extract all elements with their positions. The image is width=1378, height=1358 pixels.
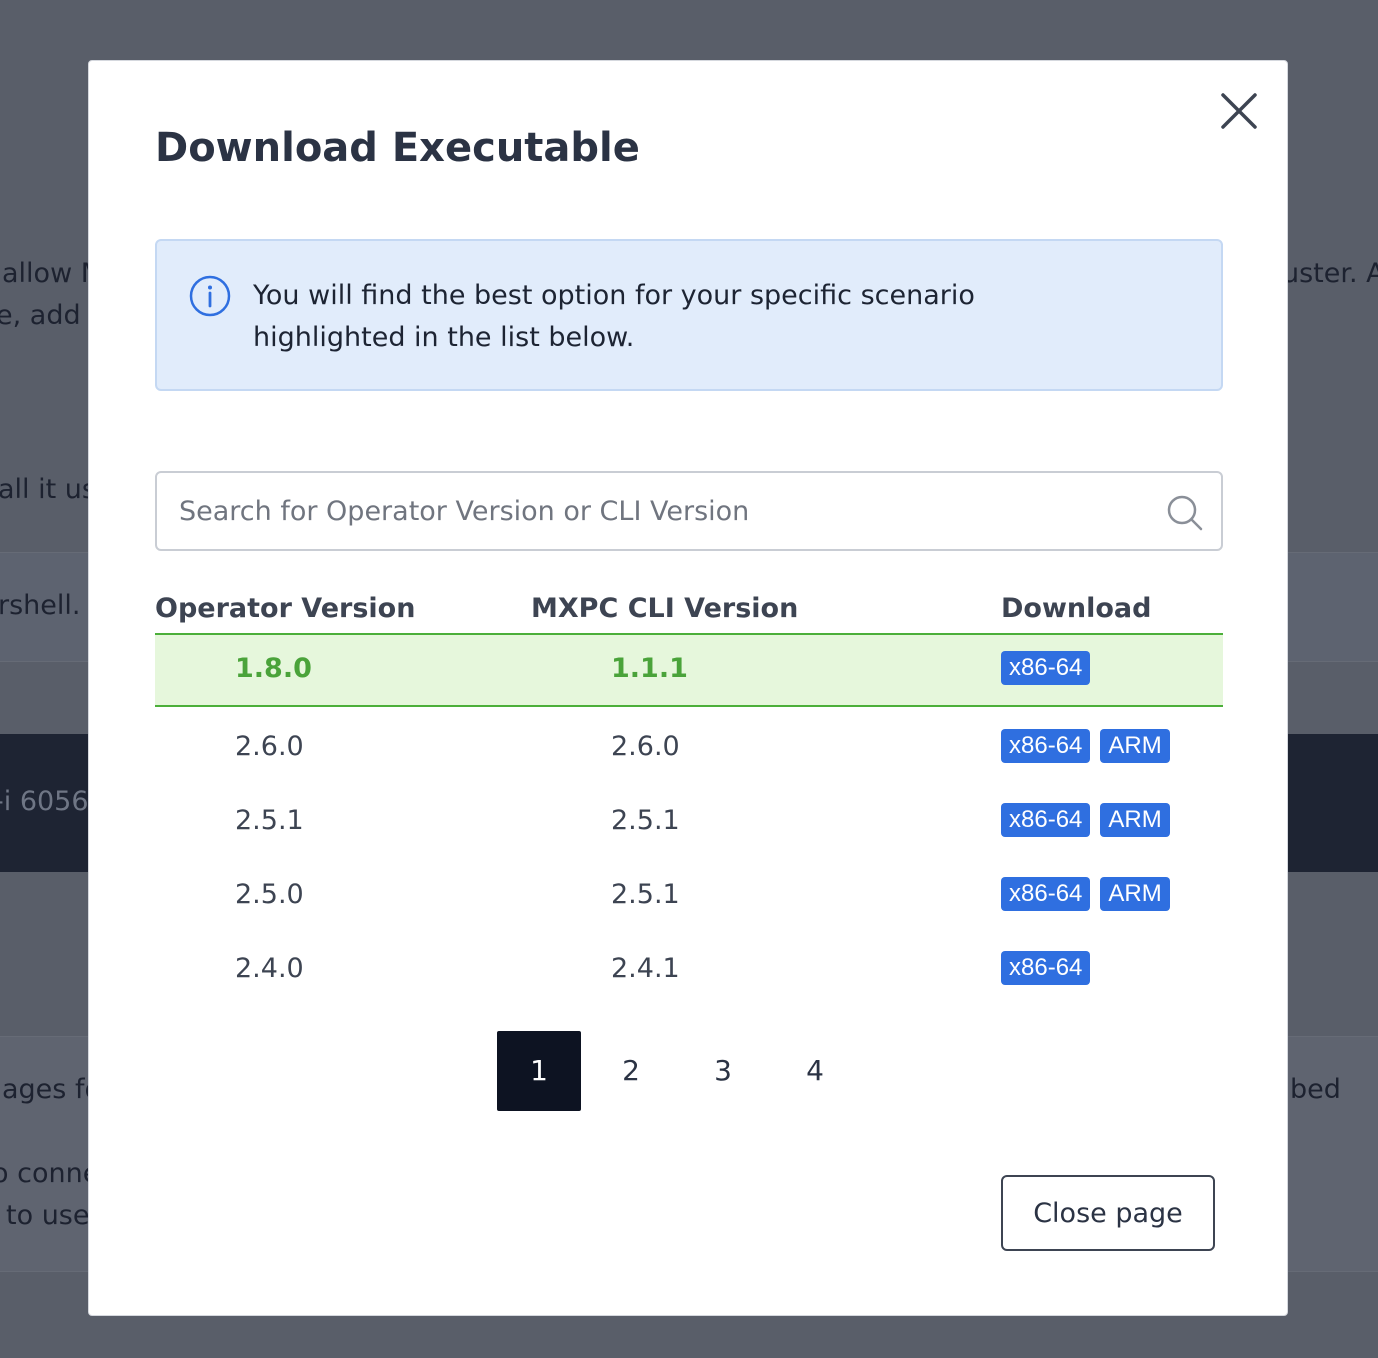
version-search[interactable] <box>155 471 1223 551</box>
background-text: all it us <box>0 474 96 505</box>
column-header-download: Download <box>1001 593 1152 624</box>
close-icon[interactable] <box>1219 91 1259 131</box>
background-text: to use <box>6 1200 90 1231</box>
download-arm-button[interactable]: ARM <box>1100 877 1170 911</box>
download-x86-64-button[interactable]: x86-64 <box>1001 803 1091 837</box>
download-x86-64-button[interactable]: x86-64 <box>1001 729 1091 763</box>
download-arm-button[interactable]: ARM <box>1100 729 1170 763</box>
background-text: e, add r <box>0 300 101 331</box>
operator-version: 1.8.0 <box>235 653 312 684</box>
page-button-2[interactable]: 2 <box>589 1031 673 1111</box>
download-executable-modal: Download Executable You will find the be… <box>88 60 1288 1316</box>
background-text: bed <box>1290 1074 1341 1105</box>
download-links: x86-64 ARM <box>1001 803 1170 837</box>
download-x86-64-button[interactable]: x86-64 <box>1001 651 1091 685</box>
close-modal-button[interactable] <box>1219 91 1259 131</box>
table-row: 2.5.1 2.5.1 x86-64 ARM <box>155 785 1223 859</box>
column-header-cli-version: MXPC CLI Version <box>531 593 799 624</box>
background-text: uster. A <box>1282 258 1378 289</box>
table-row-recommended: 1.8.0 1.1.1 x86-64 <box>155 633 1223 707</box>
search-input[interactable] <box>179 473 1139 549</box>
cli-version: 2.6.0 <box>611 731 680 762</box>
operator-version: 2.5.0 <box>235 879 304 910</box>
background-text: rshell. <box>0 590 81 621</box>
download-links: x86-64 ARM <box>1001 877 1170 911</box>
cli-version: 2.4.1 <box>611 953 680 984</box>
download-links: x86-64 <box>1001 651 1091 685</box>
search-icon <box>1167 495 1203 531</box>
page-button-1[interactable]: 1 <box>497 1031 581 1111</box>
page-button-3[interactable]: 3 <box>681 1031 765 1111</box>
cli-version: 2.5.1 <box>611 879 680 910</box>
close-page-button[interactable]: Close page <box>1001 1175 1215 1251</box>
download-x86-64-button[interactable]: x86-64 <box>1001 951 1091 985</box>
table-row: 2.4.0 2.4.1 x86-64 <box>155 933 1223 1007</box>
column-header-operator-version: Operator Version <box>155 593 416 624</box>
operator-version: 2.6.0 <box>235 731 304 762</box>
cli-version: 1.1.1 <box>611 653 688 684</box>
background-text: o conne <box>0 1158 100 1189</box>
download-links: x86-64 ARM <box>1001 729 1170 763</box>
info-text: You will find the best option for your s… <box>253 280 975 353</box>
page-button-4[interactable]: 4 <box>773 1031 857 1111</box>
table-header: Operator Version MXPC CLI Version Downlo… <box>155 593 1223 633</box>
info-icon <box>189 275 231 317</box>
cli-version: 2.5.1 <box>611 805 680 836</box>
download-x86-64-button[interactable]: x86-64 <box>1001 877 1091 911</box>
operator-version: 2.5.1 <box>235 805 304 836</box>
table-row: 2.6.0 2.6.0 x86-64 ARM <box>155 711 1223 785</box>
background-text: ages fo <box>2 1074 101 1105</box>
info-banner: You will find the best option for your s… <box>155 239 1223 391</box>
modal-title: Download Executable <box>155 125 640 171</box>
pagination: 1 2 3 4 <box>497 1031 865 1111</box>
download-arm-button[interactable]: ARM <box>1100 803 1170 837</box>
download-links: x86-64 <box>1001 951 1091 985</box>
operator-version: 2.4.0 <box>235 953 304 984</box>
table-row: 2.5.0 2.5.1 x86-64 ARM <box>155 859 1223 933</box>
